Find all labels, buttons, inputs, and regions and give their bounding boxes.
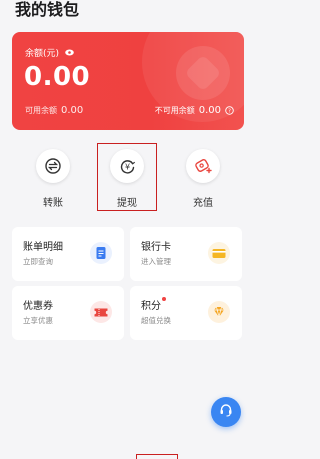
balance-card: 余额(元) 0.00 可用余额 0.00 不可用余额 0.00 ? [12, 32, 244, 130]
tile-subtitle: 超值兑换 [141, 316, 171, 325]
help-icon[interactable]: ? [225, 106, 234, 115]
coupon-icon [90, 301, 112, 323]
eye-icon[interactable] [65, 49, 74, 56]
notification-dot [162, 297, 166, 301]
bank-card-tile[interactable]: 银行卡 进入管理 [130, 227, 242, 281]
svg-text:?: ? [228, 109, 231, 115]
recharge-icon [186, 149, 220, 183]
balance-label-row: 余额(元) [25, 46, 74, 59]
tile-subtitle: 立享优惠 [23, 316, 53, 325]
available-value: 0.00 [61, 105, 84, 116]
bank-card-icon [208, 242, 230, 264]
unavailable-balance: 不可用余额 0.00 ? [155, 105, 234, 116]
withdraw-highlight-box [97, 143, 157, 211]
balance-amount: 0.00 [24, 62, 91, 92]
transfer-label: 转账 [43, 198, 63, 209]
recharge-label: 充值 [193, 198, 213, 209]
recharge-button[interactable]: 充值 [173, 146, 233, 212]
tile-title: 积分 [141, 301, 161, 312]
diamond-icon [208, 301, 230, 323]
tile-title-row: 积分 [141, 297, 166, 312]
transfer-icon [36, 149, 70, 183]
unavailable-value: 0.00 [198, 105, 221, 116]
available-balance: 可用余额 0.00 [25, 105, 83, 116]
bill-icon [90, 242, 112, 264]
coupon-tile[interactable]: 优惠券 立享优惠 [12, 286, 124, 340]
points-tile[interactable]: 积分 超值兑换 [130, 286, 242, 340]
tile-title: 账单明细 [23, 242, 63, 253]
available-label: 可用余额 [25, 106, 57, 115]
bill-details-tile[interactable]: 账单明细 立即查询 [12, 227, 124, 281]
tile-subtitle: 立即查询 [23, 257, 53, 266]
tile-subtitle: 进入管理 [141, 257, 171, 266]
unavailable-label: 不可用余额 [154, 106, 195, 115]
tile-title: 银行卡 [141, 242, 171, 253]
bottom-highlight-box [136, 454, 178, 459]
tile-title: 优惠券 [23, 301, 53, 312]
page-title: 我的钱包 [15, 0, 80, 19]
balance-label: 余额(元) [25, 49, 60, 59]
transfer-button[interactable]: 转账 [23, 146, 83, 212]
customer-service-button[interactable] [211, 397, 241, 427]
customer-service-icon [218, 402, 234, 422]
